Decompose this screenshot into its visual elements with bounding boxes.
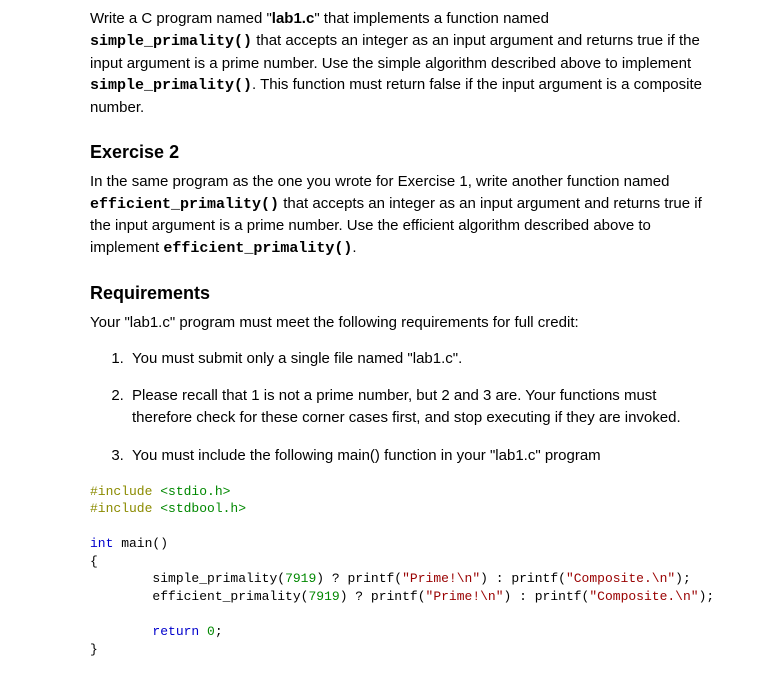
code-token — [90, 624, 152, 639]
code-token: return — [152, 624, 199, 639]
list-item: You must include the following main() fu… — [128, 445, 709, 467]
code-inline: efficient_primality() — [163, 240, 352, 257]
code-inline: efficient_primality() — [90, 196, 279, 213]
code-token: ); — [675, 571, 691, 586]
exercise2-para: In the same program as the one you wrote… — [90, 171, 709, 260]
code-token: efficient_primality — [152, 589, 300, 604]
code-token — [199, 624, 207, 639]
requirements-list: You must submit only a single file named… — [90, 348, 709, 467]
code-block: #include <stdio.h> #include <stdbool.h> … — [90, 483, 709, 658]
requirements-intro: Your "lab1.c" program must meet the foll… — [90, 312, 709, 334]
code-token: int — [90, 536, 113, 551]
list-item: You must submit only a single file named… — [128, 348, 709, 370]
list-item: Please recall that 1 is not a prime numb… — [128, 385, 709, 429]
code-inline: simple_primality() — [90, 77, 252, 94]
exercise1-para: Write a C program named "lab1.c" that im… — [90, 8, 709, 119]
code-token: 7919 — [285, 571, 316, 586]
heading-requirements: Requirements — [90, 280, 709, 306]
code-token: #include — [90, 501, 152, 516]
code-token: #include — [90, 484, 152, 499]
filename-bold: lab1.c — [272, 10, 315, 27]
code-token: ) ? printf( — [340, 589, 426, 604]
code-token: "Prime!\n" — [402, 571, 480, 586]
code-token: 0 — [207, 624, 215, 639]
code-token: } — [90, 642, 98, 657]
code-token: <stdio.h> — [152, 484, 230, 499]
code-token: "Prime!\n" — [426, 589, 504, 604]
code-token — [90, 589, 152, 604]
text: Write a C program named " — [90, 10, 272, 27]
code-token: ); — [699, 589, 715, 604]
code-inline: simple_primality() — [90, 33, 252, 50]
text: " that implements a function named — [314, 10, 549, 27]
document-page: Write a C program named "lab1.c" that im… — [0, 0, 769, 678]
code-token: ) ? printf( — [316, 571, 402, 586]
code-token: ; — [215, 624, 223, 639]
code-token: ) : printf( — [480, 571, 566, 586]
text: . — [352, 239, 356, 256]
code-token: ) : printf( — [504, 589, 590, 604]
code-token: main() — [113, 536, 168, 551]
code-token: <stdbool.h> — [152, 501, 246, 516]
code-token: { — [90, 554, 98, 569]
code-token: simple_primality — [152, 571, 277, 586]
code-token: 7919 — [308, 589, 339, 604]
heading-exercise-2: Exercise 2 — [90, 139, 709, 165]
text: In the same program as the one you wrote… — [90, 173, 669, 190]
code-token: "Composite.\n" — [566, 571, 675, 586]
code-token — [90, 571, 152, 586]
code-token: "Composite.\n" — [589, 589, 698, 604]
code-token: ( — [277, 571, 285, 586]
